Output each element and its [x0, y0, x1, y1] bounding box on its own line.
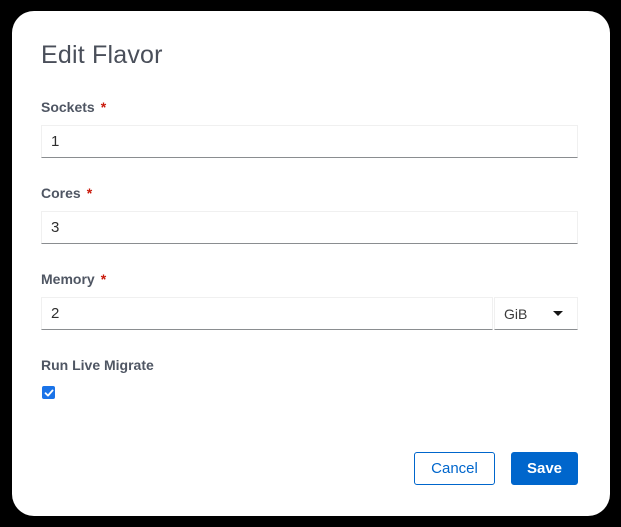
memory-input[interactable]: [41, 297, 493, 330]
edit-flavor-dialog: Edit Flavor Sockets* Cores* Memory* GiB …: [12, 11, 610, 516]
live-migrate-checkbox[interactable]: [42, 386, 55, 399]
live-migrate-label: Run Live Migrate: [41, 357, 154, 373]
required-marker: *: [100, 271, 107, 287]
memory-label: Memory *: [41, 271, 106, 287]
required-marker: *: [86, 185, 93, 201]
required-marker: *: [100, 99, 107, 115]
cancel-button[interactable]: Cancel: [414, 452, 495, 485]
cores-label-text: Cores: [41, 185, 81, 201]
cores-label: Cores *: [41, 185, 92, 201]
save-button[interactable]: Save: [511, 452, 578, 485]
caret-down-icon: [553, 311, 563, 316]
memory-label-text: Memory: [41, 271, 95, 287]
memory-unit-select[interactable]: GiB: [494, 297, 578, 330]
cores-input[interactable]: [41, 211, 578, 244]
dialog-title: Edit Flavor: [41, 41, 163, 69]
sockets-label: Sockets *: [41, 99, 106, 115]
checkmark-icon: [44, 389, 53, 396]
sockets-label-text: Sockets: [41, 99, 95, 115]
memory-unit-value: GiB: [504, 305, 528, 322]
sockets-input[interactable]: [41, 125, 578, 158]
